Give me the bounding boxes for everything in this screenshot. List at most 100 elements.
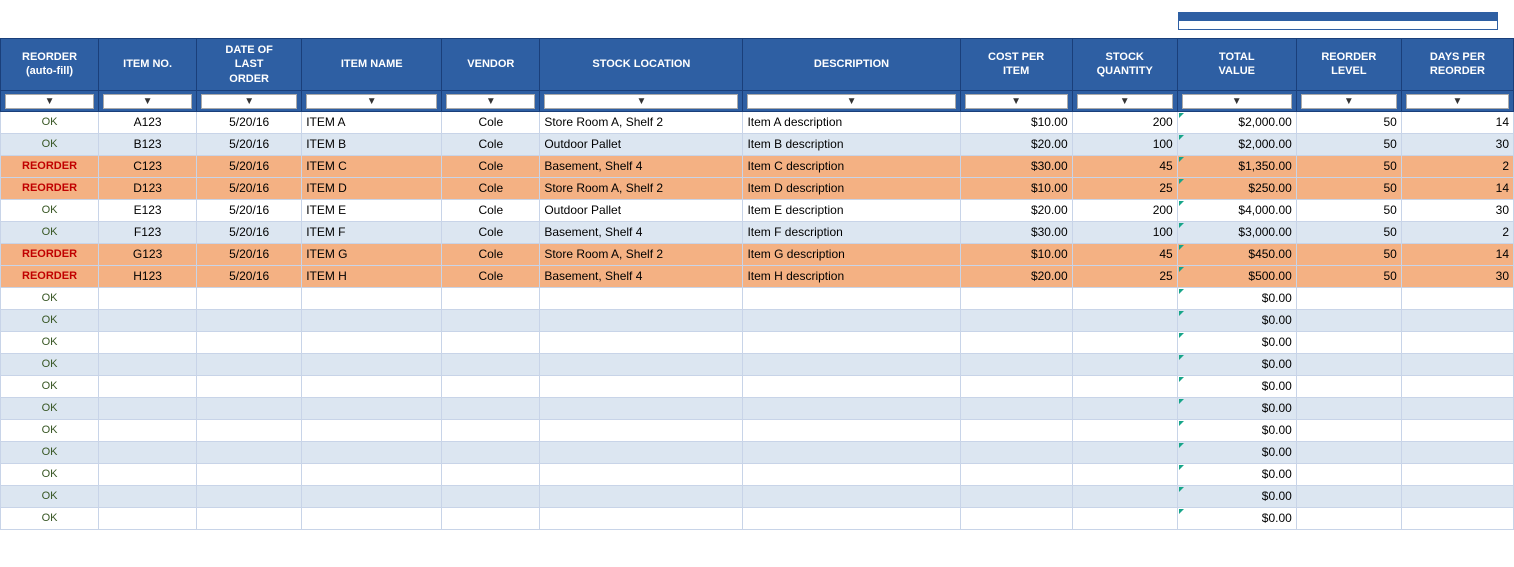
- col-header-vendor: VENDOR: [442, 39, 540, 91]
- table-row: OK $0.00: [1, 463, 1514, 485]
- filter-costper[interactable]: ▼: [965, 94, 1068, 109]
- filter-reorderlvl[interactable]: ▼: [1301, 94, 1397, 109]
- cell-desc: Item F description: [743, 221, 960, 243]
- filter-daysper[interactable]: ▼: [1406, 94, 1509, 109]
- filter-itemno[interactable]: ▼: [103, 94, 192, 109]
- cell-desc: [743, 397, 960, 419]
- table-row: OK$0.00: [1, 441, 1514, 463]
- cell-stockqty: 200: [1072, 199, 1177, 221]
- cell-desc: [743, 375, 960, 397]
- teal-triangle-icon: [1179, 311, 1184, 316]
- cell-stockqty: [1072, 463, 1177, 485]
- cell-reorderlvl: 50: [1296, 265, 1401, 287]
- cell-totalval: $0.00: [1177, 507, 1296, 529]
- cell-stockqty: 25: [1072, 265, 1177, 287]
- teal-triangle-icon: [1179, 487, 1184, 492]
- cell-stockloc: [540, 309, 743, 331]
- cell-costper: $30.00: [960, 155, 1072, 177]
- cell-status: REORDER: [1, 155, 99, 177]
- cell-vendor: [442, 419, 540, 441]
- filter-vendor[interactable]: ▼: [446, 94, 535, 109]
- filter-reorder[interactable]: ▼: [5, 94, 94, 109]
- cell-itemname: [302, 441, 442, 463]
- cell-date: [197, 485, 302, 507]
- cell-totalval: $2,000.00: [1177, 133, 1296, 155]
- cell-vendor: [442, 331, 540, 353]
- cell-stockqty: [1072, 309, 1177, 331]
- cell-status: OK: [1, 397, 99, 419]
- cell-costper: $10.00: [960, 111, 1072, 133]
- cell-reorderlvl: 50: [1296, 243, 1401, 265]
- cell-vendor: [442, 485, 540, 507]
- col-header-itemno: ITEM NO.: [99, 39, 197, 91]
- cell-itemname: [302, 375, 442, 397]
- cell-stockloc: Outdoor Pallet: [540, 199, 743, 221]
- cell-itemname: [302, 331, 442, 353]
- cell-stockloc: [540, 419, 743, 441]
- teal-triangle-icon: [1179, 355, 1184, 360]
- teal-triangle-icon: [1179, 377, 1184, 382]
- cell-desc: [743, 419, 960, 441]
- cell-daysper: [1401, 331, 1513, 353]
- table-row: OK$0.00: [1, 485, 1514, 507]
- cell-itemname: [302, 419, 442, 441]
- table-row: OK$0.00: [1, 331, 1514, 353]
- table-row: OK$0.00: [1, 419, 1514, 441]
- filter-date[interactable]: ▼: [201, 94, 297, 109]
- filter-itemname[interactable]: ▼: [306, 94, 437, 109]
- cell-reorderlvl: 50: [1296, 111, 1401, 133]
- cell-daysper: 30: [1401, 133, 1513, 155]
- cell-totalval: $0.00: [1177, 463, 1296, 485]
- cell-status: OK: [1, 463, 99, 485]
- cell-stockqty: [1072, 375, 1177, 397]
- cell-itemname: ITEM B: [302, 133, 442, 155]
- cell-status: OK: [1, 353, 99, 375]
- cell-vendor: [442, 287, 540, 309]
- cell-date: [197, 331, 302, 353]
- cell-status: REORDER: [1, 243, 99, 265]
- total-val-text: $4,000.00: [1238, 203, 1291, 217]
- cell-vendor: Cole: [442, 177, 540, 199]
- cell-reorderlvl: [1296, 287, 1401, 309]
- cell-itemno: [99, 463, 197, 485]
- cell-costper: [960, 331, 1072, 353]
- cell-costper: $10.00: [960, 177, 1072, 199]
- cell-costper: [960, 463, 1072, 485]
- total-inventory-box: [1178, 12, 1498, 30]
- cell-status: REORDER: [1, 177, 99, 199]
- teal-triangle-icon: [1179, 465, 1184, 470]
- table-row: REORDERC1235/20/16ITEM CColeBasement, Sh…: [1, 155, 1514, 177]
- cell-date: 5/20/16: [197, 155, 302, 177]
- cell-daysper: 30: [1401, 199, 1513, 221]
- cell-totalval: $0.00: [1177, 353, 1296, 375]
- cell-reorderlvl: [1296, 441, 1401, 463]
- cell-date: 5/20/16: [197, 199, 302, 221]
- teal-triangle-icon: [1179, 443, 1184, 448]
- total-val-text: $0.00: [1262, 445, 1292, 459]
- filter-stockqty[interactable]: ▼: [1077, 94, 1173, 109]
- cell-itemno: [99, 397, 197, 419]
- cell-daysper: 14: [1401, 111, 1513, 133]
- cell-vendor: [442, 441, 540, 463]
- teal-triangle-icon: [1179, 267, 1184, 272]
- teal-triangle-icon: [1179, 135, 1184, 140]
- cell-costper: [960, 419, 1072, 441]
- cell-costper: [960, 441, 1072, 463]
- cell-itemno: [99, 485, 197, 507]
- teal-triangle-icon: [1179, 399, 1184, 404]
- cell-desc: [743, 353, 960, 375]
- cell-reorderlvl: [1296, 507, 1401, 529]
- cell-costper: $30.00: [960, 221, 1072, 243]
- filter-totalval[interactable]: ▼: [1182, 94, 1292, 109]
- cell-reorderlvl: [1296, 375, 1401, 397]
- cell-daysper: 14: [1401, 177, 1513, 199]
- filter-row: ▼ ▼ ▼ ▼ ▼ ▼ ▼ ▼ ▼ ▼ ▼ ▼: [1, 90, 1514, 111]
- filter-desc[interactable]: ▼: [747, 94, 955, 109]
- cell-date: [197, 287, 302, 309]
- cell-daysper: [1401, 375, 1513, 397]
- cell-costper: $10.00: [960, 243, 1072, 265]
- filter-stockloc[interactable]: ▼: [544, 94, 738, 109]
- cell-totalval: $0.00: [1177, 441, 1296, 463]
- total-val-text: $0.00: [1262, 467, 1292, 481]
- total-val-text: $0.00: [1262, 291, 1292, 305]
